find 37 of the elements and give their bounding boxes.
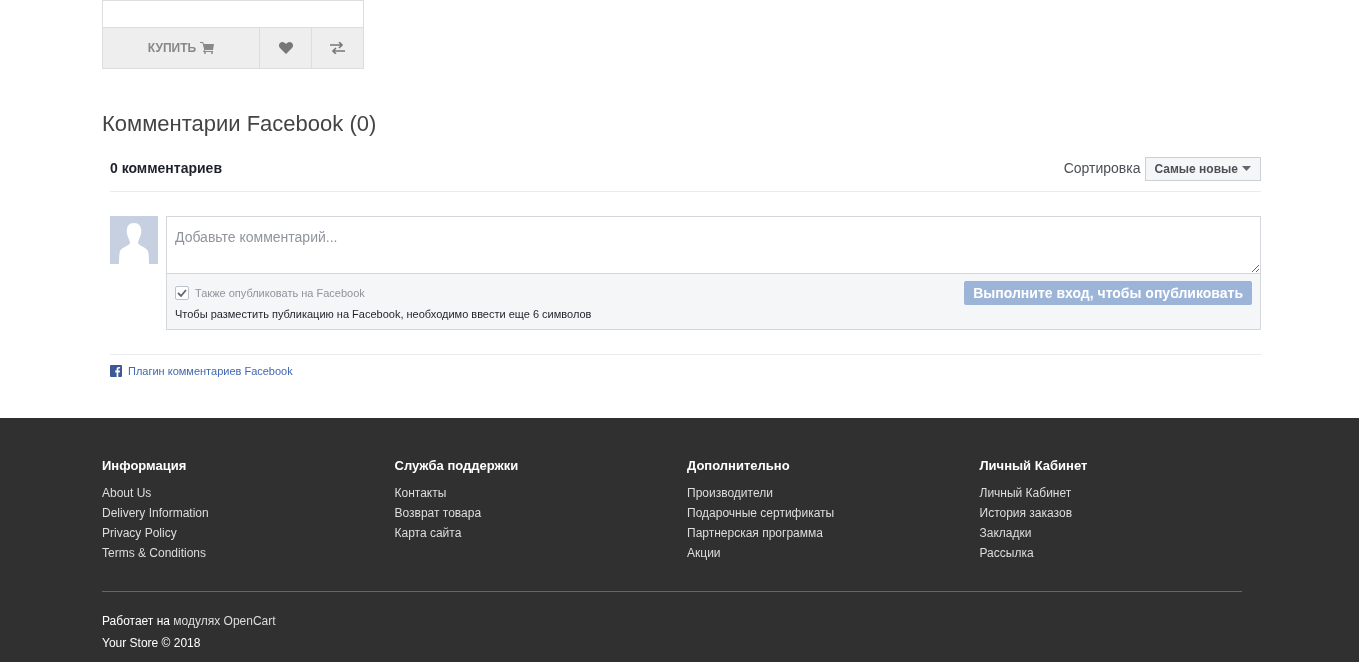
- powered-by-text: Работает на модулях OpenCart: [102, 613, 277, 630]
- footer-heading: Информация: [102, 456, 188, 475]
- footer-link[interactable]: Рассылка: [979, 543, 1034, 563]
- opencart-link[interactable]: модулях OpenCart: [173, 614, 276, 628]
- footer-link[interactable]: Акции: [687, 543, 721, 563]
- sort-label: Сортировка: [1063, 159, 1141, 178]
- checkbox-label: Также опубликовать на Facebook: [195, 286, 365, 301]
- footer-link[interactable]: Личный Кабинет: [979, 483, 1072, 503]
- footer-link[interactable]: Privacy Policy: [102, 523, 177, 543]
- cart-icon: [200, 42, 215, 54]
- footer-link[interactable]: Закладки: [979, 523, 1032, 543]
- swap-arrows-icon: [330, 42, 345, 54]
- footer-link[interactable]: Производители: [687, 483, 773, 503]
- comment-field[interactable]: Добавьте комментарий...: [166, 216, 1261, 274]
- comment-count: 0 комментариев: [110, 159, 222, 178]
- checkbox[interactable]: [175, 286, 189, 301]
- heart-icon: [278, 42, 293, 54]
- footer-heading: Дополнительно: [687, 456, 791, 475]
- copyright-text: Your Store © 2018: [102, 635, 202, 652]
- hint-text: Чтобы разместить публикацию на Facebook, необходимо ввести еще 6 символов: [175, 306, 592, 322]
- footer-link[interactable]: Возврат товара: [394, 503, 482, 523]
- footer-heading: Личный Кабинет: [979, 456, 1089, 475]
- footer-link[interactable]: Delivery Information: [102, 503, 209, 523]
- plugin-link[interactable]: Плагин комментариев Facebook: [128, 363, 293, 380]
- comments-heading: Комментарии Facebook (0): [102, 110, 378, 138]
- caret-icon: [1242, 166, 1251, 171]
- footer-link[interactable]: История заказов: [979, 503, 1072, 523]
- sort-dropdown[interactable]: Самые новые: [1144, 156, 1261, 181]
- facebook-logo-icon: [110, 365, 122, 378]
- footer-link[interactable]: Контакты: [394, 483, 447, 503]
- footer-heading: Служба поддержки: [394, 456, 520, 475]
- footer-link[interactable]: Terms & Conditions: [102, 543, 207, 563]
- footer-link[interactable]: Подарочные сертификаты: [687, 503, 835, 523]
- footer-link[interactable]: About Us: [102, 483, 152, 503]
- footer-link[interactable]: Партнерская программа: [687, 523, 823, 543]
- avatar-silhouette: [110, 216, 158, 264]
- footer-link[interactable]: Карта сайта: [394, 523, 462, 543]
